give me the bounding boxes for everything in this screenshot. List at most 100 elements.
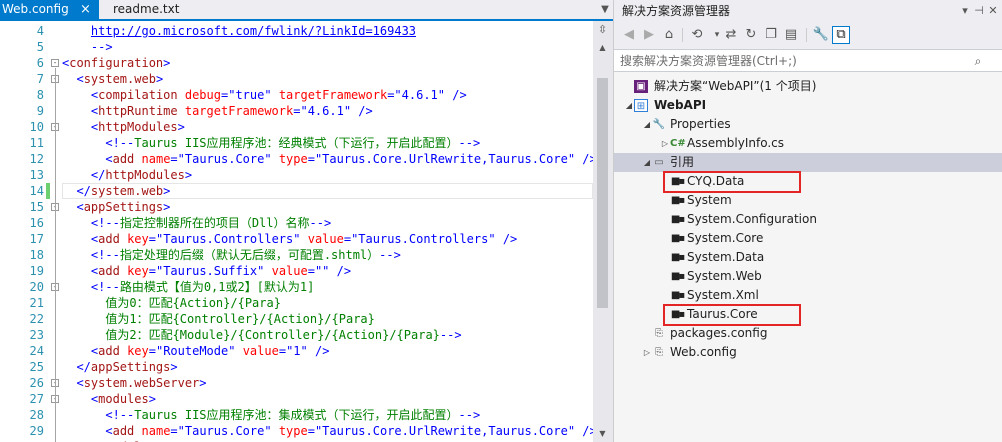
collapsed-arrow-icon[interactable]: ▷ [660, 134, 670, 153]
tree-node-label: System.Web [687, 269, 762, 283]
scroll-thumb[interactable] [597, 78, 608, 308]
collapse-all-icon[interactable]: ❐ [762, 26, 780, 44]
code-line[interactable]: <modules> [62, 391, 156, 407]
code-token: --> [90, 40, 113, 54]
tree-node[interactable]: ■▪ System.Xml [614, 286, 1002, 305]
code-line[interactable]: </appSettings> [62, 359, 177, 375]
code-line[interactable]: <configuration> [62, 55, 170, 71]
forward-icon[interactable]: ▶ [640, 26, 658, 44]
code-line[interactable]: <system.webServer> [62, 375, 206, 391]
fold-toggle-icon[interactable]: - [51, 59, 59, 67]
code-line[interactable]: <add name="Taurus.Core" type="Taurus.Cor… [62, 151, 593, 167]
code-line[interactable]: <!--指定处理的后缀（默认无后缀，可配置.shtml）--> [62, 247, 401, 263]
config-file-icon: ⎘ [655, 328, 663, 339]
code-token: debug [184, 88, 221, 102]
code-line[interactable]: <httpRuntime targetFramework="4.6.1" /> [62, 103, 373, 119]
properties-wrench-icon[interactable]: 🔧 [812, 26, 830, 44]
code-text-area[interactable]: http://go.microsoft.com/fwlink/?LinkId=1… [62, 21, 593, 442]
search-input[interactable] [620, 52, 965, 70]
tree-node[interactable]: ⎘ packages.config [614, 324, 1002, 343]
scroll-up-icon[interactable]: ▲ [597, 43, 608, 53]
fold-guide-line [55, 292, 56, 334]
collapsed-arrow-icon[interactable]: ▷ [642, 343, 652, 362]
scroll-down-icon[interactable]: ▼ [597, 429, 608, 439]
toolbar-separator [806, 28, 807, 42]
tree-node[interactable]: ▷ C# AssemblyInfo.cs [614, 134, 1002, 153]
home-icon[interactable]: ⌂ [660, 26, 678, 44]
code-line[interactable]: <!--Taurus IIS应用程序池：集成模式（下运行，开启此配置）--> [62, 407, 480, 423]
code-line[interactable]: 值为1：匹配{Controller}/{Action}/{Para} [62, 311, 375, 327]
code-line[interactable]: <add key="Taurus.Suffix" value="" /> [62, 263, 351, 279]
code-token: <!-- [90, 280, 120, 294]
code-line[interactable]: <add key="RouteMode" value="1" /> [62, 343, 330, 359]
tree-node[interactable]: ▷ ⎘ Web.config [614, 343, 1002, 362]
solution-tree: ▣ 解决方案“WebAPI”(1 个项目) ◢ ⊞ WebAPI ◢ 🔧 Properties… [614, 72, 1002, 442]
code-token: 路由模式【值为0,1或2】[默认为1] [119, 280, 315, 294]
expanded-arrow-icon[interactable]: ◢ [642, 153, 652, 172]
reference-icon: ■▪ [670, 271, 685, 282]
solution-explorer: 解决方案资源管理器 ▾ ⊣ ✕ ◀ ▶ ⌂ ⟲ ▾ ⇄ ↻ ❐ ▤ 🔧 ⧉ ⌕ … [614, 0, 1002, 442]
show-all-files-icon[interactable]: ▤ [782, 26, 800, 44]
code-line[interactable]: <appSettings> [62, 199, 170, 215]
code-line[interactable]: --> [62, 39, 113, 55]
code-line[interactable]: 值为2：匹配{Module}/{Controller}/{Action}/{Pa… [62, 327, 461, 343]
tree-node[interactable]: ■▪ System.Core [614, 229, 1002, 248]
chevron-down-icon[interactable]: ▾ [958, 3, 972, 19]
close-icon[interactable]: × [80, 0, 91, 19]
code-line[interactable]: 值为0：匹配{Action}/{Para} [62, 295, 281, 311]
tree-node[interactable]: ■▪ System.Web [614, 267, 1002, 286]
pin-icon[interactable]: ⊣ [972, 3, 986, 19]
code-token: "" [314, 264, 330, 278]
tree-node[interactable]: ▣ 解决方案“WebAPI”(1 个项目) [614, 77, 1002, 96]
line-number: 16 [29, 216, 44, 230]
code-token: "4.6.1" [394, 88, 445, 102]
back-icon[interactable]: ◀ [620, 26, 638, 44]
tree-node[interactable]: ■▪ System [614, 191, 1002, 210]
code-line[interactable]: http://go.microsoft.com/fwlink/?LinkId=1… [62, 23, 416, 39]
code-line[interactable]: </httpModules> [62, 167, 192, 183]
close-icon[interactable]: ✕ [986, 3, 1000, 19]
code-token: < [105, 424, 113, 438]
expanded-arrow-icon[interactable]: ◢ [624, 96, 634, 115]
split-editor-icon[interactable]: ⇳ [597, 24, 608, 36]
code-token: < [76, 376, 84, 390]
code-line[interactable]: <add name="Taurus.Core" type="Taurus.Cor… [62, 423, 593, 439]
tree-node[interactable]: ■▪ System.Configuration [614, 210, 1002, 229]
code-editor[interactable]: Web.config × readme.txt ▼ 456-7-8910-111… [0, 0, 613, 442]
tree-node[interactable]: ■▪ System.Data [614, 248, 1002, 267]
refresh-icon[interactable]: ↻ [742, 26, 760, 44]
tree-node[interactable]: ◢ ▭ 引用 [614, 153, 1002, 172]
code-line[interactable]: <system.web> [62, 71, 163, 87]
tree-node[interactable]: ◢ ⊞ WebAPI [614, 96, 1002, 115]
tab-readme-txt[interactable]: readme.txt [109, 0, 209, 19]
sync-icon[interactable]: ⇄ [722, 26, 740, 44]
preview-selected-items-icon[interactable]: ⧉ [832, 26, 850, 44]
code-token: /> [502, 232, 518, 246]
code-line[interactable]: <httpModules> [62, 119, 185, 135]
config-file-icon: ⎘ [655, 347, 663, 358]
expanded-arrow-icon[interactable]: ◢ [642, 115, 652, 134]
code-line[interactable]: <add key="Taurus.Controllers" value="Tau… [62, 231, 517, 247]
tab-web-config[interactable]: Web.config × [0, 0, 99, 19]
gutter-row: 21 [0, 295, 62, 311]
code-line[interactable]: <!--Taurus IIS应用程序池：经典模式（下运行，开启此配置）--> [62, 135, 480, 151]
code-line[interactable]: </system.web> [62, 183, 170, 199]
code-line[interactable]: <compilation debug="true" targetFramewor… [62, 87, 467, 103]
code-token: = [343, 232, 352, 246]
code-line[interactable]: <!--路由模式【值为0,1或2】[默认为1] [62, 279, 314, 295]
code-line[interactable]: <!--指定控制器所在的项目（Dll）名称--> [62, 215, 331, 231]
chevron-down-icon[interactable]: ▼ [598, 0, 612, 19]
reference-icon: ■▪ [670, 195, 685, 206]
vertical-scrollbar[interactable]: ⇳ ▲ ▼ [593, 21, 613, 442]
csharp-file-icon: C# [670, 138, 686, 149]
tree-node[interactable]: ◢ 🔧 Properties [614, 115, 1002, 134]
pending-changes-filter-icon[interactable]: ⟲ [688, 26, 706, 44]
search-icon[interactable]: ⌕ [970, 52, 986, 70]
